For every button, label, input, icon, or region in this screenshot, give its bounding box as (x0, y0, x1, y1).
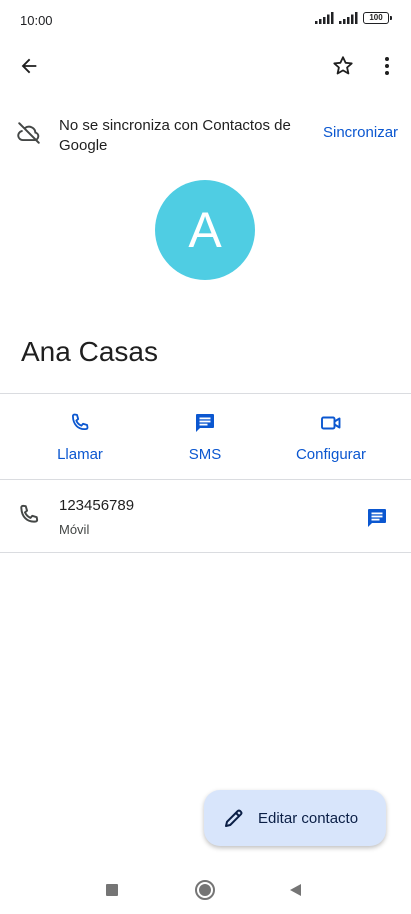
status-bar: 10:00 100 (0, 0, 411, 40)
divider (0, 552, 411, 553)
message-icon (368, 509, 386, 527)
phone-number: 123456789 (59, 497, 135, 514)
signal-icon (315, 12, 334, 24)
edit-contact-label: Editar contacto (258, 809, 359, 827)
signal-icon-2 (339, 12, 358, 24)
app-bar (0, 44, 411, 88)
sync-notice-text: No se sincroniza con Contactos de Google (59, 117, 291, 154)
circle-icon (195, 880, 215, 900)
video-call-button[interactable]: Configurar (276, 410, 386, 466)
favorite-button[interactable] (323, 46, 363, 86)
status-icons: 100 (315, 12, 392, 24)
phone-entry[interactable]: 123456789 Móvil (0, 488, 411, 548)
more-vert-icon (385, 57, 389, 75)
battery-icon: 100 (363, 12, 392, 24)
navigation-bar (0, 866, 411, 914)
sms-button[interactable]: SMS (150, 410, 260, 466)
sync-notice: No se sincroniza con Contactos de Google… (0, 112, 411, 162)
back-nav-button[interactable] (282, 876, 310, 904)
edit-contact-button[interactable]: Editar contacto (204, 790, 386, 846)
sync-button[interactable]: Sincronizar (323, 124, 398, 141)
arrow-back-icon (21, 58, 37, 74)
call-button[interactable]: Llamar (25, 410, 135, 466)
cloud-off-icon (16, 120, 42, 151)
call-label: Llamar (57, 446, 103, 463)
contact-name: Ana Casas (21, 336, 158, 367)
phone-icon (68, 410, 92, 436)
phone-entry-icon (16, 502, 42, 533)
video-call-label: Configurar (295, 446, 367, 463)
triangle-back-icon (290, 884, 301, 896)
recents-button[interactable] (98, 876, 126, 904)
avatar: A (155, 180, 255, 280)
sms-label: SMS (188, 446, 222, 463)
status-time: 10:00 (20, 13, 53, 28)
phone-type: Móvil (59, 522, 90, 537)
send-message-button[interactable] (356, 500, 398, 536)
home-button[interactable] (191, 876, 219, 904)
video-icon (319, 410, 343, 436)
square-icon (106, 884, 118, 896)
divider (0, 393, 411, 394)
message-icon (193, 410, 217, 436)
back-button[interactable] (9, 46, 49, 86)
star-outline-icon (333, 56, 353, 75)
pencil-icon (225, 809, 243, 827)
divider (0, 479, 411, 480)
more-options-button[interactable] (367, 46, 407, 86)
